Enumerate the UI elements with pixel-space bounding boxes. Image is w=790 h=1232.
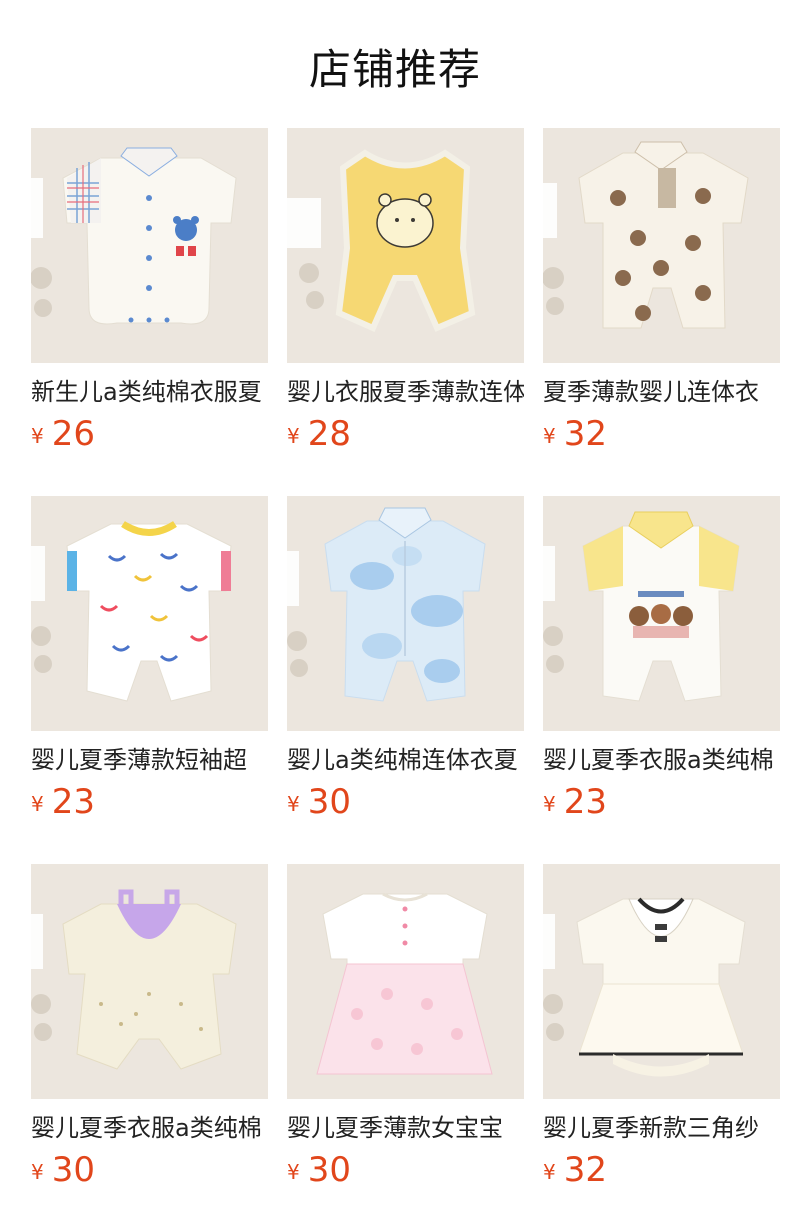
product-card[interactable]: 新生儿a类纯棉衣服夏 ¥26 xyxy=(31,128,268,454)
product-image[interactable] xyxy=(543,496,780,731)
product-card[interactable]: 婴儿夏季薄款女宝宝 ¥30 xyxy=(287,864,524,1190)
product-image[interactable] xyxy=(287,128,524,363)
product-price: ¥32 xyxy=(543,1150,780,1190)
smiley-romper-image xyxy=(31,496,268,731)
price-value: 30 xyxy=(307,1150,351,1190)
bear-print-romper-image xyxy=(543,128,780,363)
product-image[interactable] xyxy=(287,864,524,1099)
price-value: 30 xyxy=(307,782,351,822)
floral-romper-image xyxy=(31,864,268,1099)
product-card[interactable]: 婴儿夏季衣服a类纯棉 ¥30 xyxy=(31,864,268,1190)
price-value: 32 xyxy=(563,414,607,454)
currency-symbol: ¥ xyxy=(31,1160,44,1184)
product-card[interactable]: 婴儿a类纯棉连体衣夏 ¥30 xyxy=(287,496,524,822)
product-name[interactable]: 新生儿a类纯棉衣服夏 xyxy=(31,376,268,408)
product-price: ¥30 xyxy=(31,1150,268,1190)
product-image[interactable] xyxy=(543,128,780,363)
currency-symbol: ¥ xyxy=(287,792,300,816)
product-name[interactable]: 婴儿夏季新款三角纱 xyxy=(543,1112,780,1144)
price-value: 23 xyxy=(51,782,95,822)
product-price: ¥23 xyxy=(31,782,268,822)
product-name[interactable]: 婴儿夏季薄款女宝宝 xyxy=(287,1112,524,1144)
currency-symbol: ¥ xyxy=(543,792,556,816)
product-image[interactable] xyxy=(31,496,268,731)
product-image[interactable] xyxy=(543,864,780,1099)
currency-symbol: ¥ xyxy=(543,1160,556,1184)
price-value: 23 xyxy=(563,782,607,822)
currency-symbol: ¥ xyxy=(31,792,44,816)
product-name[interactable]: 夏季薄款婴儿连体衣 xyxy=(543,376,780,408)
currency-symbol: ¥ xyxy=(31,424,44,448)
blue-tie-dye-romper-image xyxy=(287,496,524,731)
product-price: ¥32 xyxy=(543,414,780,454)
product-card[interactable]: 婴儿夏季薄款短袖超 ¥23 xyxy=(31,496,268,822)
product-card[interactable]: 夏季薄款婴儿连体衣 ¥32 xyxy=(543,128,780,454)
product-image[interactable] xyxy=(31,864,268,1099)
yellow-romper-image xyxy=(287,128,524,363)
product-name[interactable]: 婴儿夏季衣服a类纯棉 xyxy=(543,744,780,776)
yellow-collar-romper-image xyxy=(543,496,780,731)
price-value: 26 xyxy=(51,414,95,454)
product-price: ¥30 xyxy=(287,1150,524,1190)
product-name[interactable]: 婴儿夏季薄款短袖超 xyxy=(31,744,268,776)
currency-symbol: ¥ xyxy=(287,424,300,448)
product-price: ¥23 xyxy=(543,782,780,822)
product-price: ¥28 xyxy=(287,414,524,454)
product-price: ¥30 xyxy=(287,782,524,822)
lace-collar-romper-image xyxy=(543,864,780,1099)
product-card[interactable]: 婴儿夏季衣服a类纯棉 ¥23 xyxy=(543,496,780,822)
pink-tulle-romper-image xyxy=(287,864,524,1099)
currency-symbol: ¥ xyxy=(287,1160,300,1184)
price-value: 30 xyxy=(51,1150,95,1190)
section-title: 店铺推荐 xyxy=(308,45,481,94)
product-name[interactable]: 婴儿夏季衣服a类纯棉 xyxy=(31,1112,268,1144)
product-image[interactable] xyxy=(287,496,524,731)
product-image[interactable] xyxy=(31,128,268,363)
white-romper-image xyxy=(31,128,268,363)
product-card[interactable]: 婴儿衣服夏季薄款连体 ¥28 xyxy=(287,128,524,454)
product-card[interactable]: 婴儿夏季新款三角纱 ¥32 xyxy=(543,864,780,1190)
product-name[interactable]: 婴儿a类纯棉连体衣夏 xyxy=(287,744,524,776)
product-price: ¥26 xyxy=(31,414,268,454)
currency-symbol: ¥ xyxy=(543,424,556,448)
product-name[interactable]: 婴儿衣服夏季薄款连体 xyxy=(287,376,524,408)
price-value: 32 xyxy=(563,1150,607,1190)
price-value: 28 xyxy=(307,414,351,454)
